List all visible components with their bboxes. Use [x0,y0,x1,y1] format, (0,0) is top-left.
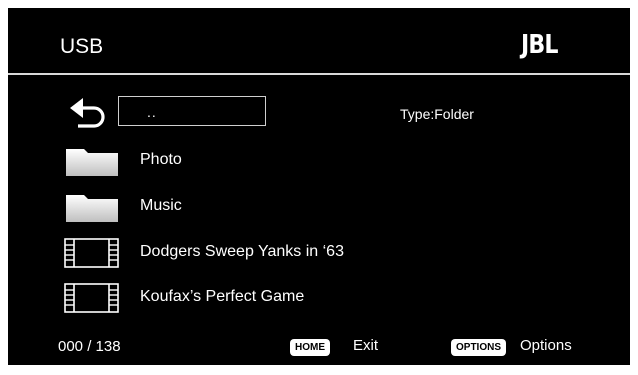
home-key-badge[interactable]: HOME [290,339,330,356]
exit-label: Exit [353,337,379,354]
options-key-badge[interactable]: OPTIONS [451,339,507,356]
folder-icon [66,195,118,222]
file-name: Music [140,197,182,214]
page-title: USB [60,35,104,58]
file-name: Koufax’s Perfect Game [140,288,305,305]
file-name: Dodgers Sweep Yanks in ‘63 [140,243,344,260]
folder-icon [66,149,118,176]
list-item-video[interactable]: Dodgers Sweep Yanks in ‘63 [64,235,624,271]
film-icon [64,283,119,313]
film-icon [64,238,119,268]
file-name: Photo [140,151,182,168]
header-divider [8,73,630,75]
type-info: Type:Folder [400,106,474,122]
jbl-logo: JBL [521,30,558,60]
options-label: Options [520,337,572,354]
item-counter: 000 / 138 [58,338,121,355]
list-item-music[interactable]: Music [64,189,624,225]
list-item-video[interactable]: Koufax’s Perfect Game [64,280,624,316]
usb-browser-screen: USB JBL .. Type:Folder Photo Music Dodge… [8,8,630,365]
current-path-field[interactable]: .. [118,96,266,126]
back-arrow-icon[interactable] [66,96,112,128]
list-item-photo[interactable]: Photo [64,143,624,179]
